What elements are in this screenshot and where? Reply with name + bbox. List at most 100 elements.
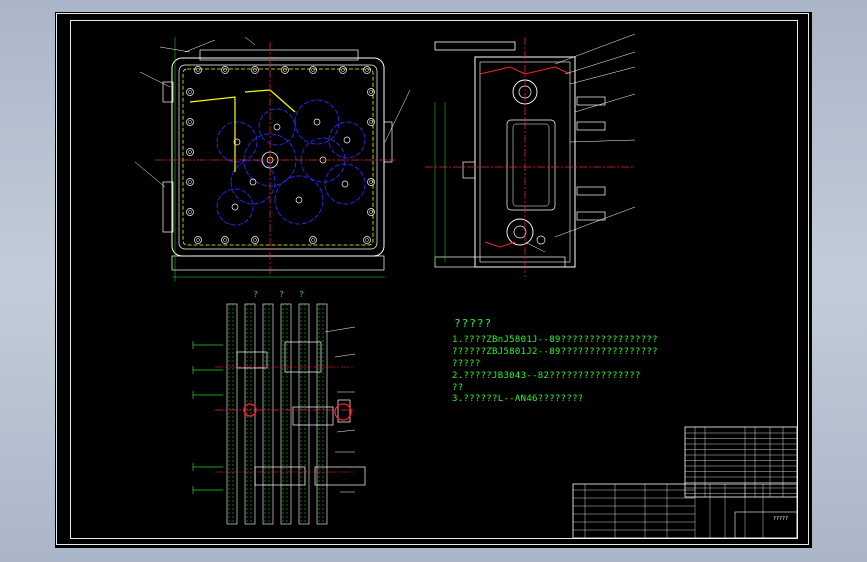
bolt-hole-center (188, 90, 192, 94)
bolt-hole-center (223, 238, 227, 242)
leader-line (554, 33, 636, 65)
bolt-hole-center (188, 120, 192, 124)
bolt-hole (186, 118, 194, 126)
leader-line (336, 429, 356, 433)
hatch-line (228, 304, 234, 524)
hatched-base (484, 241, 516, 248)
shaft-stub-1 (576, 96, 606, 106)
gear-pitch-circle (324, 163, 366, 205)
base-plate (171, 255, 385, 271)
bolt-hole (367, 178, 375, 186)
inspection-cover (506, 119, 556, 211)
hatch-line (300, 304, 306, 524)
hatch-line (318, 304, 324, 524)
shaft-section-wall (316, 303, 328, 525)
bearing-section-red (334, 403, 352, 421)
shaft-bore (341, 180, 349, 188)
leader-line (324, 326, 356, 333)
shaft-section-wall (262, 303, 274, 525)
gear-block (254, 466, 306, 486)
leader-line (384, 89, 411, 143)
tech-note-line: ????? (452, 359, 481, 369)
bolt-hole-center (253, 238, 257, 242)
gear-block (236, 351, 268, 369)
bolt-hole (367, 208, 375, 216)
bolt-hole (186, 148, 194, 156)
bolt-hole-center (369, 180, 373, 184)
shaft-bore (273, 123, 281, 131)
cad-viewport[interactable]: ? ? ? ????? ????? 1.????ZBnJ5801J--89???… (55, 12, 812, 548)
tech-note-line: ??????ZBJ5801J2--89????????????????? (452, 347, 658, 357)
inspection-cover-inner (512, 123, 550, 207)
section-marker-mid: ? (279, 290, 284, 299)
hatch-line (246, 304, 252, 524)
bolt-hole (363, 66, 371, 74)
bolt-hole (221, 236, 229, 244)
shaft-section-wall (226, 303, 238, 525)
side-housing-inner (479, 61, 571, 263)
bolt-hole-center (188, 180, 192, 184)
gear-pitch-circle (216, 121, 258, 163)
cad-drawing-canvas[interactable]: ? ? ? ????? (55, 12, 812, 548)
leader-line (554, 206, 636, 238)
bolt-hole (186, 178, 194, 186)
drain-plug (536, 235, 546, 245)
hatch-line (264, 304, 270, 524)
shaft-bore (295, 196, 303, 204)
bolt-hole (194, 66, 202, 74)
bolt-hole-center (188, 150, 192, 154)
housing-inner-outline (178, 64, 378, 250)
section-view-shafts (192, 303, 366, 525)
tech-note-line: 3.??????L--AN46???????? (452, 394, 584, 404)
bolt-hole (367, 88, 375, 96)
shaft-stub-3 (576, 186, 606, 196)
lower-bearing (506, 218, 534, 246)
hatch-line (282, 304, 288, 524)
bolt-hole (339, 66, 347, 74)
leader-line (244, 36, 256, 46)
bolt-hole (251, 66, 259, 74)
shaft-bore (343, 136, 351, 144)
bolt-hole-center (369, 90, 373, 94)
shaft-bore (231, 203, 239, 211)
gear-pitch-circle (230, 159, 276, 205)
bolt-hole-center (369, 210, 373, 214)
gear-pitch-circle (274, 175, 324, 225)
tech-notes-title: ????? (454, 317, 493, 330)
bolt-hole-center (196, 238, 200, 242)
drawing-title: ????? (773, 516, 788, 522)
bolt-hole (194, 236, 202, 244)
shaft-stub-4 (576, 211, 606, 221)
gear-block (314, 466, 366, 486)
bolt-hole (186, 208, 194, 216)
bolt-hole-center (188, 210, 192, 214)
tech-note-line: 1.????ZBnJ5801J--89????????????????? (452, 335, 658, 345)
side-view-gearbox (425, 33, 636, 277)
leader-line (569, 139, 636, 143)
leader-line (524, 241, 546, 253)
input-shaft-stub (462, 161, 476, 179)
lower-bearing-bore (513, 225, 527, 239)
leader-line (134, 161, 166, 188)
gear-pitch-circle (328, 121, 366, 159)
front-view-gearbox (134, 36, 411, 282)
gear-pitch-circle (294, 99, 340, 145)
shaft-section-wall (280, 303, 292, 525)
parts-list-border (684, 426, 798, 498)
section-marker-right: ? (299, 290, 304, 299)
tech-note-line: 2.?????JB3043--82???????????????? (452, 371, 641, 381)
bolt-hole (367, 118, 375, 126)
shaft-section-wall (244, 303, 256, 525)
gear-pitch-circle (258, 108, 296, 146)
bolt-hole (251, 236, 259, 244)
shaft-stub-2 (576, 121, 606, 131)
bolt-hole (281, 66, 289, 74)
bolt-hole-center (311, 238, 315, 242)
bolt-hole (221, 66, 229, 74)
leader-line (334, 353, 356, 358)
gear-pitch-circle (216, 188, 254, 226)
bolt-hole (363, 236, 371, 244)
leader-line (139, 71, 171, 88)
bolt-hole-center (369, 120, 373, 124)
shaft-section-wall (298, 303, 310, 525)
